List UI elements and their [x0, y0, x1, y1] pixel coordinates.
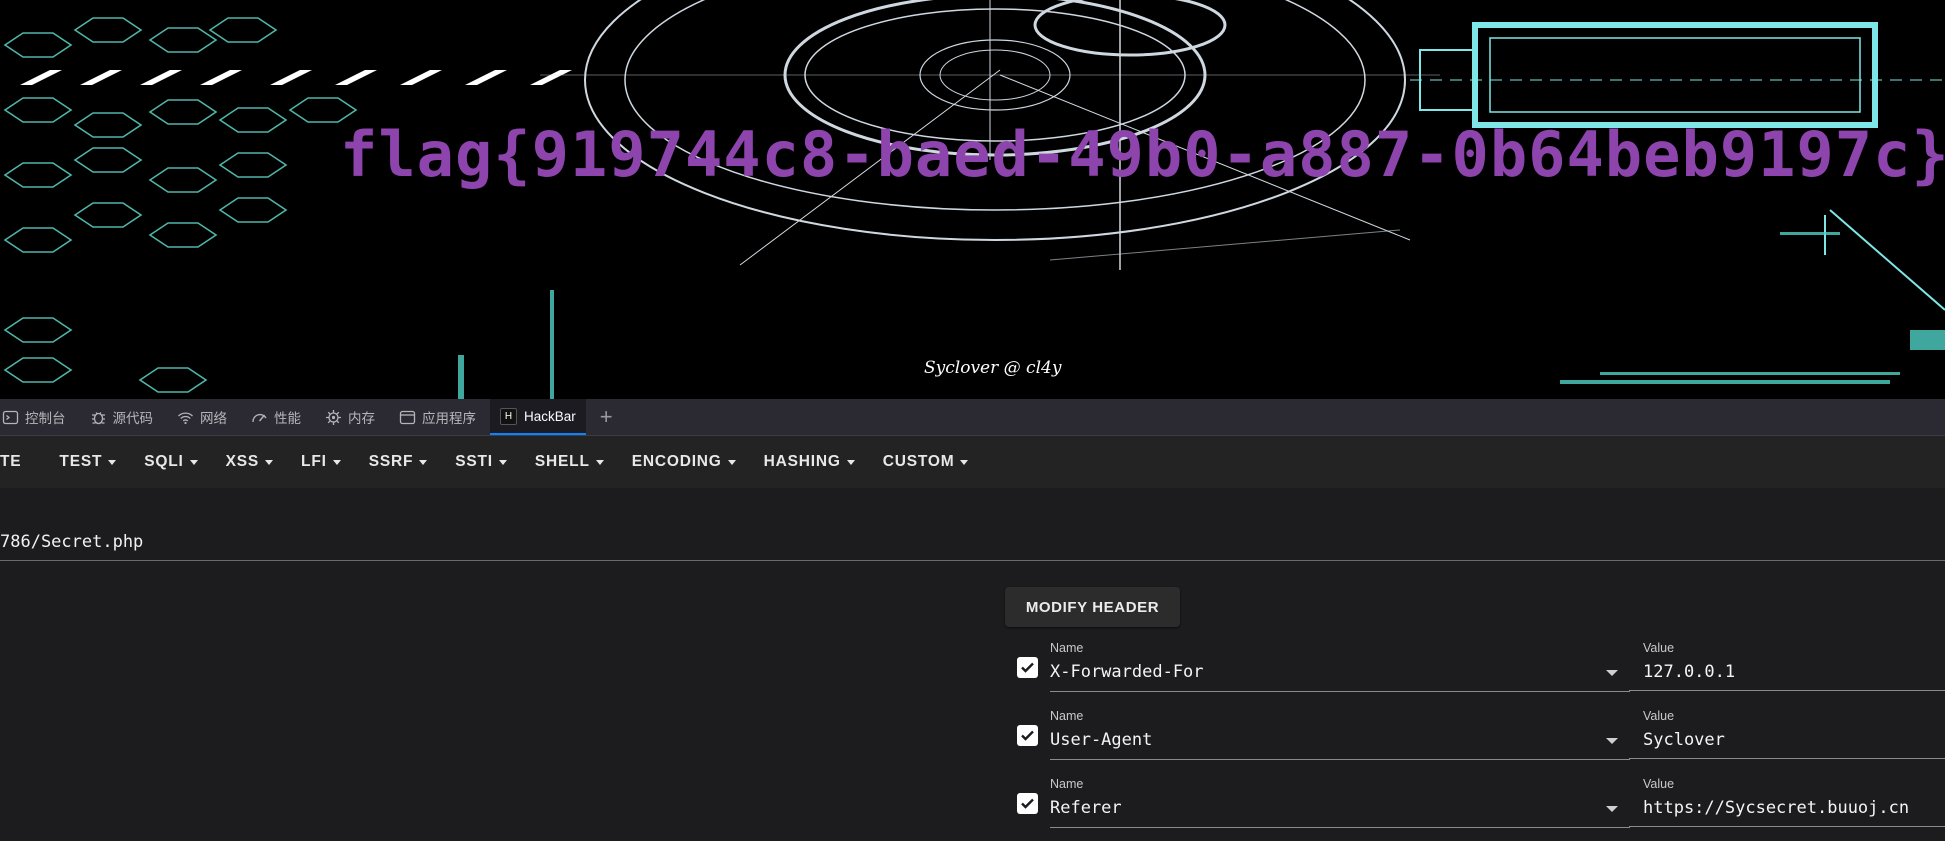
menu-custom[interactable]: CUSTOM	[869, 436, 983, 488]
chevron-down-icon	[727, 459, 736, 465]
application-icon	[399, 409, 416, 426]
check-icon	[1021, 798, 1034, 809]
menu-label: SHELL	[534, 453, 590, 470]
tab-console[interactable]: 控制台	[0, 399, 76, 435]
header-name-field[interactable]: Name X-Forwarded-For	[1050, 639, 1630, 692]
tab-label: 性能	[274, 411, 301, 426]
tab-performance[interactable]: 性能	[241, 399, 311, 435]
chevron-down-icon	[189, 459, 198, 465]
menu-xss[interactable]: XSS	[212, 436, 287, 488]
menu-ssti[interactable]: SSTI	[441, 436, 521, 488]
menu-lfi[interactable]: LFI	[287, 436, 355, 488]
check-icon	[1021, 662, 1034, 673]
background-decoration	[3, 0, 1945, 399]
menu-label: XSS	[225, 453, 260, 470]
header-value-input[interactable]: https://Sycsecret.buuoj.cn	[1643, 798, 1909, 818]
performance-icon	[251, 409, 268, 426]
header-row: Name Referer Value https://Sycsecret.buu…	[1014, 775, 1945, 841]
header-row: Name X-Forwarded-For Value 127.0.0.1	[1014, 639, 1945, 705]
header-enable-checkbox[interactable]	[1017, 793, 1038, 814]
menu-sqli[interactable]: SQLI	[130, 436, 211, 488]
dropdown-arrow-icon[interactable]	[1606, 806, 1618, 812]
menu-label: TE	[0, 453, 22, 470]
menu-label: SQLI	[144, 453, 184, 470]
menu-execute[interactable]: TE	[0, 436, 35, 488]
header-value-field[interactable]: Value Syclover	[1629, 707, 1945, 759]
field-label: Name	[1050, 777, 1084, 791]
memory-icon	[325, 409, 342, 426]
tab-label: 网络	[200, 411, 227, 426]
header-name-value[interactable]: User-Agent	[1050, 730, 1152, 750]
web-page: flag{919744c8-baed-49b0-a887-0b64beb9197…	[0, 0, 1945, 399]
menu-label: TEST	[59, 453, 103, 470]
hackbar-menu-bar: TE TEST SQLI XSS LFI SSRF SSTI SHELL ENC…	[0, 436, 1945, 488]
chevron-down-icon	[419, 459, 428, 465]
tab-label: 源代码	[112, 411, 154, 426]
tab-debugger[interactable]: 源代码	[80, 399, 164, 435]
field-label: Value	[1643, 641, 1675, 655]
url-field[interactable]: 786/Secret.php	[0, 522, 1945, 561]
console-icon	[2, 409, 19, 426]
tab-label: 控制台	[25, 411, 66, 426]
modify-header-button[interactable]: MODIFY HEADER	[1005, 587, 1180, 627]
chevron-down-icon	[595, 459, 604, 465]
menu-label: CUSTOM	[882, 453, 955, 470]
header-name-field[interactable]: Name Referer	[1050, 775, 1630, 828]
chevron-down-icon	[332, 459, 341, 465]
header-enable-checkbox[interactable]	[1017, 725, 1038, 746]
field-label: Name	[1050, 709, 1084, 723]
chevron-down-icon	[108, 459, 117, 465]
credit-text: Syclover @ cl4y	[924, 358, 1062, 378]
menu-hashing[interactable]: HASHING	[750, 436, 869, 488]
menu-label: LFI	[301, 453, 327, 470]
field-label: Value	[1643, 709, 1675, 723]
header-value-field[interactable]: Value https://Sycsecret.buuoj.cn	[1629, 775, 1945, 827]
tab-label: 应用程序	[422, 411, 476, 426]
menu-test[interactable]: TEST	[45, 436, 130, 488]
header-name-value[interactable]: Referer	[1050, 798, 1122, 818]
chevron-down-icon	[265, 459, 274, 465]
header-enable-checkbox[interactable]	[1017, 657, 1038, 678]
chevron-down-icon	[846, 459, 855, 465]
header-value-input[interactable]: 127.0.0.1	[1643, 662, 1735, 682]
hackbar-icon: H	[500, 407, 517, 425]
dropdown-arrow-icon[interactable]	[1606, 738, 1618, 744]
devtools-tab-strip: 控制台 源代码 网络 性能 内存 应用程序 H HackBar +	[0, 399, 1945, 436]
menu-ssrf[interactable]: SSRF	[355, 436, 442, 488]
header-name-field[interactable]: Name User-Agent	[1050, 707, 1630, 760]
menu-label: ENCODING	[631, 453, 722, 470]
header-value-input[interactable]: Syclover	[1643, 730, 1725, 750]
tab-label: 内存	[348, 411, 375, 426]
menu-encoding[interactable]: ENCODING	[618, 436, 750, 488]
header-row: Name User-Agent Value Syclover	[1014, 707, 1945, 773]
header-name-value[interactable]: X-Forwarded-For	[1050, 662, 1204, 682]
field-label: Name	[1050, 641, 1084, 655]
menu-label: SSRF	[368, 453, 414, 470]
tab-network[interactable]: 网络	[167, 399, 237, 435]
network-icon	[177, 409, 194, 426]
add-tab-button[interactable]: +	[590, 399, 623, 435]
header-value-field[interactable]: Value 127.0.0.1	[1629, 639, 1945, 691]
menu-label: HASHING	[763, 453, 841, 470]
url-input-value[interactable]: 786/Secret.php	[0, 532, 143, 552]
check-icon	[1021, 730, 1034, 741]
debugger-icon	[90, 409, 107, 426]
flag-text: flag{919744c8-baed-49b0-a887-0b64beb9197…	[340, 118, 1945, 191]
tab-hackbar[interactable]: H HackBar	[490, 399, 586, 435]
menu-shell[interactable]: SHELL	[521, 436, 618, 488]
chevron-down-icon	[498, 459, 507, 465]
chevron-down-icon	[960, 459, 969, 465]
tab-memory[interactable]: 内存	[315, 399, 385, 435]
menu-label: SSTI	[455, 453, 493, 470]
field-label: Value	[1643, 777, 1675, 791]
tab-label: HackBar	[524, 408, 576, 424]
dropdown-arrow-icon[interactable]	[1606, 670, 1618, 676]
tab-application[interactable]: 应用程序	[389, 399, 486, 435]
